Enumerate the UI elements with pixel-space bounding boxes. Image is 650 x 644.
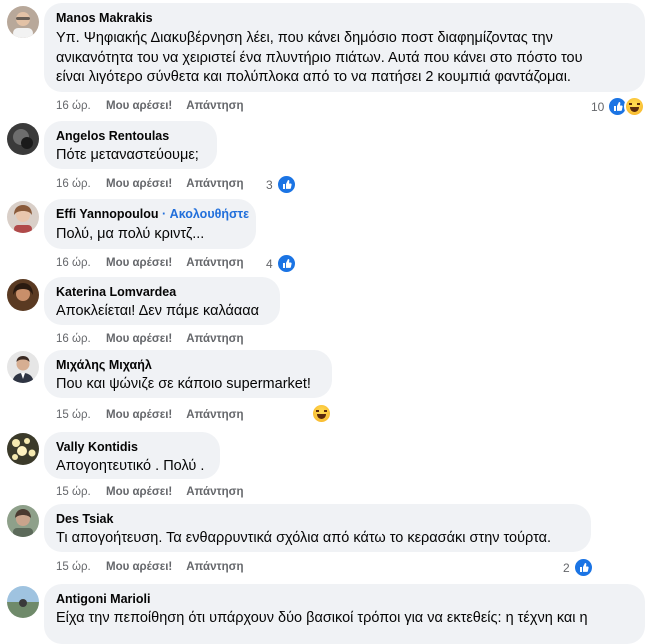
- comment-author[interactable]: Angelos Rentoulas: [56, 128, 205, 144]
- comment-author[interactable]: Effi Yannopoulou: [56, 207, 159, 221]
- comment-actions: 16 ώρ. Μου αρέσει! Απάντηση: [56, 99, 244, 113]
- comment-bubble: Katerina Lomvardea Αποκλείεται! Δεν πάμε…: [44, 277, 280, 325]
- reply-button[interactable]: Απάντηση: [186, 332, 243, 346]
- reaction-summary[interactable]: [311, 403, 332, 424]
- like-icon: [572, 557, 594, 578]
- avatar[interactable]: [7, 6, 39, 38]
- comment-author[interactable]: Vally Kontidis: [56, 439, 208, 455]
- avatar[interactable]: [7, 123, 39, 155]
- comment-author[interactable]: Katerina Lomvardea: [56, 284, 268, 300]
- like-icon: [275, 174, 297, 195]
- comment-author[interactable]: Μιχάλης Μιχαήλ: [56, 357, 320, 373]
- like-button[interactable]: Μου αρέσει!: [106, 256, 172, 270]
- comment-author-row: Effi Yannopoulou · Ακολουθήστε: [56, 206, 249, 222]
- comment-timestamp[interactable]: 16 ώρ.: [56, 332, 106, 346]
- comment-timestamp[interactable]: 16 ώρ.: [56, 99, 106, 113]
- comment-actions: 15 ώρ. Μου αρέσει! Απάντηση: [56, 408, 244, 422]
- comment-bubble: Antigoni Marioli Είχα την πεποίθηση ότι …: [44, 584, 645, 644]
- comment-text: Είχα την πεποίθηση ότι υπάρχουν δύο βασι…: [56, 610, 588, 626]
- haha-icon: [311, 403, 332, 424]
- like-button[interactable]: Μου αρέσει!: [106, 408, 172, 422]
- avatar[interactable]: [7, 586, 39, 618]
- reaction-count: 10: [591, 99, 605, 114]
- comment-actions: 16 ώρ. Μου αρέσει! Απάντηση: [56, 177, 244, 191]
- reaction-count: 2: [563, 560, 570, 575]
- comment-author[interactable]: Antigoni Marioli: [56, 591, 633, 607]
- avatar[interactable]: [7, 201, 39, 233]
- reply-button[interactable]: Απάντηση: [186, 177, 243, 191]
- reply-button[interactable]: Απάντηση: [186, 99, 243, 113]
- comment-actions: 16 ώρ. Μου αρέσει! Απάντηση: [56, 256, 244, 270]
- comment-timestamp[interactable]: 16 ώρ.: [56, 256, 106, 270]
- comment-text: Πότε μεταναστεύουμε;: [56, 147, 199, 163]
- comment-actions: 16 ώρ. Μου αρέσει! Απάντηση: [56, 332, 244, 346]
- comment-text: Που και ψώνιζε σε κάποιο supermarket!: [56, 376, 311, 392]
- reaction-summary[interactable]: 4: [266, 253, 297, 274]
- comment-actions: 15 ώρ. Μου αρέσει! Απάντηση: [56, 560, 244, 574]
- reaction-summary[interactable]: 2: [563, 557, 594, 578]
- like-button[interactable]: Μου αρέσει!: [106, 99, 172, 113]
- reply-button[interactable]: Απάντηση: [186, 560, 243, 574]
- comment-bubble: Μιχάλης Μιχαήλ Που και ψώνιζε σε κάποιο …: [44, 350, 332, 398]
- comment-bubble: Vally Kontidis Απογοητευτικό . Πολύ .: [44, 432, 220, 479]
- comment-text-line: Υπ. Ψηφιακής Διακυβέρνηση λέει, που κάνε…: [56, 30, 553, 46]
- comment-timestamp[interactable]: 15 ώρ.: [56, 485, 106, 499]
- reaction-summary[interactable]: 10: [591, 96, 646, 117]
- comment-bubble: Des Tsiak Τι απογοήτευση. Τα ενθαρρυντικ…: [44, 504, 591, 552]
- comment-timestamp[interactable]: 15 ώρ.: [56, 560, 106, 574]
- reply-button[interactable]: Απάντηση: [186, 485, 243, 499]
- comment-timestamp[interactable]: 15 ώρ.: [56, 408, 106, 422]
- reply-button[interactable]: Απάντηση: [186, 408, 243, 422]
- reaction-count: 4: [266, 256, 273, 271]
- haha-icon: [624, 96, 646, 117]
- comment-timestamp[interactable]: 16 ώρ.: [56, 177, 106, 191]
- comment-author[interactable]: Manos Makrakis: [56, 10, 633, 26]
- comment-text-line: ανικανότητα του να χειριστεί ένα πλυντήρ…: [56, 49, 583, 66]
- comment-bubble: Manos Makrakis Υπ. Ψηφιακής Διακυβέρνηση…: [44, 3, 645, 92]
- like-button[interactable]: Μου αρέσει!: [106, 560, 172, 574]
- comment-bubble: Effi Yannopoulou · Ακολουθήστε Πολύ, μα …: [44, 199, 256, 249]
- avatar[interactable]: [7, 505, 39, 537]
- avatar[interactable]: [7, 279, 39, 311]
- avatar[interactable]: [7, 433, 39, 465]
- comment-bubble: Angelos Rentoulas Πότε μεταναστεύουμε;: [44, 121, 217, 169]
- comment-text: Πολύ, μα πολύ κριντζ...: [56, 226, 205, 242]
- reaction-count: 3: [266, 177, 273, 192]
- like-icon: [275, 253, 297, 274]
- reaction-summary[interactable]: 3: [266, 174, 297, 195]
- avatar[interactable]: [7, 351, 39, 383]
- comment-text: Αποκλείεται! Δεν πάμε καλάααα: [56, 303, 260, 319]
- comment-text: Απογοητευτικό . Πολύ .: [56, 458, 205, 474]
- follow-link[interactable]: · Ακολουθήστε: [162, 207, 249, 221]
- like-button[interactable]: Μου αρέσει!: [106, 332, 172, 346]
- like-button[interactable]: Μου αρέσει!: [106, 177, 172, 191]
- like-button[interactable]: Μου αρέσει!: [106, 485, 172, 499]
- comment-text-line: είναι λιγότερο σύνθετα και πολύπλοκα από…: [56, 69, 571, 85]
- reply-button[interactable]: Απάντηση: [186, 256, 243, 270]
- comment-text: Τι απογοήτευση. Τα ενθαρρυντικά σχόλια α…: [56, 530, 552, 546]
- comment-author[interactable]: Des Tsiak: [56, 511, 579, 527]
- comment-actions: 15 ώρ. Μου αρέσει! Απάντηση: [56, 485, 244, 499]
